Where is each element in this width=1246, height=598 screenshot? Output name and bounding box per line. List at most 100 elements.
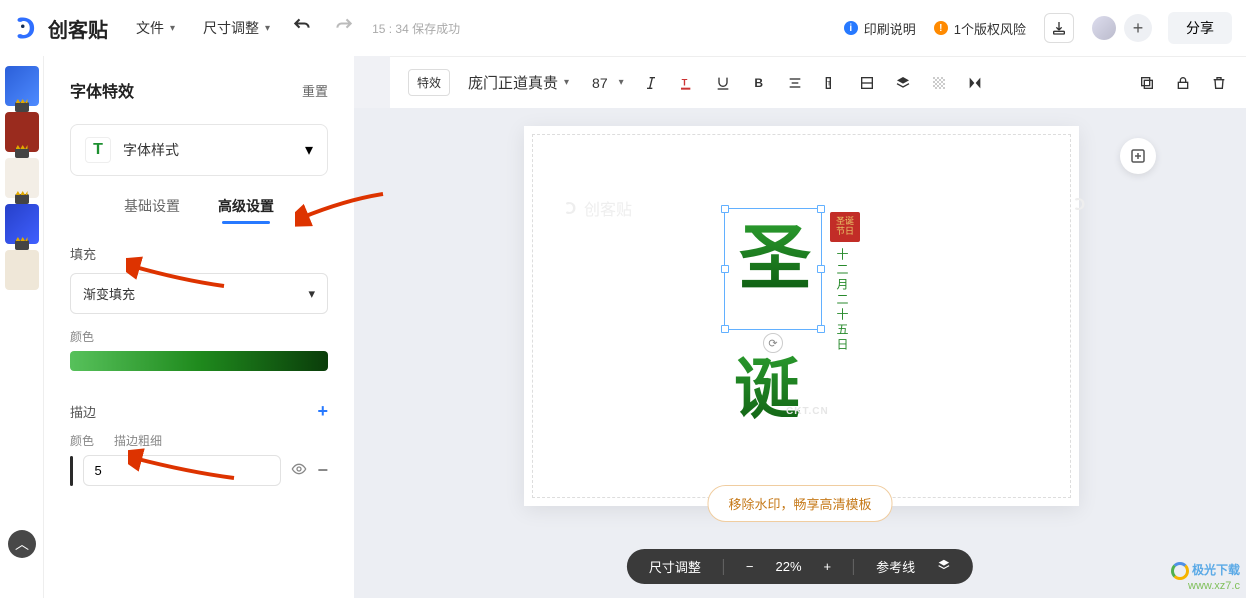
color-label: 颜色 [70, 328, 328, 345]
fill-section-label: 填充 [70, 244, 328, 263]
print-info-label: 印刷说明 [864, 19, 916, 38]
remove-watermark-label: 移除水印，畅享高清模板 [728, 497, 871, 512]
share-label: 分享 [1186, 20, 1214, 36]
italic-button[interactable] [642, 74, 660, 92]
template-thumb[interactable] [5, 204, 39, 244]
chevron-down-icon: ▾ [265, 23, 270, 34]
add-collaborator-button[interactable]: + [1124, 14, 1152, 42]
ckt-watermark: CKT.CN [786, 406, 829, 417]
template-thumb[interactable] [5, 66, 39, 106]
font-style-label: 字体样式 [123, 140, 293, 160]
stroke-color-chip[interactable] [70, 456, 73, 486]
text-direction-button[interactable]: T [822, 74, 840, 92]
canvas-text-top: 圣 [725, 209, 821, 293]
font-style-card[interactable]: T 字体样式 ▾ [70, 124, 328, 176]
visibility-toggle[interactable] [291, 461, 307, 480]
font-family-select[interactable]: 庞门正道真贵 ▾ [468, 72, 569, 93]
font-family-name: 庞门正道真贵 [468, 72, 558, 93]
bb-resize[interactable]: 尺寸调整 [649, 557, 701, 576]
opacity-button[interactable] [930, 74, 948, 92]
tab-basic[interactable]: 基础设置 [124, 196, 180, 224]
avatar[interactable] [1092, 16, 1116, 40]
gradient-swatch[interactable] [70, 351, 328, 371]
watermark: 创客贴 [564, 196, 632, 220]
layer-button[interactable] [894, 74, 912, 92]
zoom-in-button[interactable]: + [824, 559, 832, 574]
stroke-color-label: 颜色 [70, 432, 94, 449]
watermark [1073, 196, 1089, 212]
text-selection-box[interactable]: 圣 ⟳ [724, 208, 822, 330]
crown-icon [15, 240, 29, 250]
lock-button[interactable] [1174, 74, 1192, 92]
resize-menu-label: 尺寸调整 [203, 18, 259, 38]
svg-text:T: T [827, 80, 831, 87]
stroke-section-label: 描边 [70, 402, 96, 421]
text-color-button[interactable]: T [678, 74, 696, 92]
resize-handle[interactable] [817, 265, 825, 273]
share-button[interactable]: 分享 [1168, 12, 1232, 44]
print-info[interactable]: i 印刷说明 [844, 19, 916, 38]
chevron-down-icon: ▾ [170, 23, 175, 34]
svg-text:T: T [681, 77, 687, 87]
add-page-button[interactable] [1120, 138, 1156, 174]
warning-icon: ! [934, 21, 948, 35]
file-menu[interactable]: 文件 ▾ [136, 18, 175, 38]
zoom-level: 22% [775, 559, 801, 574]
remove-watermark-pill[interactable]: 移除水印，畅享高清模板 [707, 485, 892, 522]
redo-button[interactable] [334, 16, 354, 41]
file-menu-label: 文件 [136, 18, 164, 38]
canvas-board[interactable]: 创客贴 圣 ⟳ 诞 圣诞 节日 十二月二十五日 CKT.CN [524, 126, 1079, 506]
spacing-button[interactable] [858, 74, 876, 92]
copyright-warning-label: 1个版权风险 [954, 19, 1026, 38]
svg-text:B: B [754, 76, 763, 90]
align-button[interactable] [786, 74, 804, 92]
crown-icon [15, 102, 29, 112]
resize-handle[interactable] [721, 205, 729, 213]
download-button[interactable] [1044, 13, 1074, 43]
font-size-value: 87 [587, 72, 613, 94]
brand-logo[interactable]: 创客贴 [14, 14, 108, 43]
template-thumb[interactable] [5, 250, 39, 290]
template-thumb[interactable] [5, 158, 39, 198]
reset-button[interactable]: 重置 [302, 81, 328, 100]
delete-button[interactable] [1210, 74, 1228, 92]
fill-mode-value: 渐变填充 [83, 284, 135, 303]
canvas-text-bottom[interactable]: 诞 [734, 336, 800, 432]
bb-guides[interactable]: 参考线 [876, 557, 915, 576]
resize-handle[interactable] [817, 325, 825, 333]
zoom-out-button[interactable]: − [746, 559, 754, 574]
undo-button[interactable] [292, 16, 312, 41]
underline-button[interactable] [714, 74, 732, 92]
tab-advanced[interactable]: 高级设置 [218, 196, 274, 224]
fill-mode-select[interactable]: 渐变填充 ▾ [70, 273, 328, 314]
seal-stamp[interactable]: 圣诞 节日 [830, 212, 860, 242]
resize-handle[interactable] [721, 325, 729, 333]
add-stroke-button[interactable]: + [317, 401, 328, 422]
info-icon: i [844, 21, 858, 35]
font-style-icon: T [85, 137, 111, 163]
save-status: 15 : 34 保存成功 [372, 20, 460, 37]
chevron-down-icon: ▾ [564, 77, 569, 88]
font-size-select[interactable]: 87 ▾ [587, 72, 624, 94]
site-watermark: 极光下载 www.xz7.c [1171, 561, 1240, 592]
resize-menu[interactable]: 尺寸调整 ▾ [203, 18, 270, 38]
chevron-down-icon: ▾ [305, 140, 313, 160]
layers-icon[interactable] [937, 558, 951, 575]
text-effect-label: 特效 [417, 74, 441, 91]
resize-handle[interactable] [817, 205, 825, 213]
panel-title: 字体特效 [70, 78, 134, 102]
template-thumb[interactable] [5, 112, 39, 152]
bold-button[interactable]: B [750, 74, 768, 92]
copy-button[interactable] [1138, 74, 1156, 92]
stroke-width-input[interactable] [83, 455, 281, 486]
resize-handle[interactable] [721, 265, 729, 273]
vertical-date-text[interactable]: 十二月二十五日 [834, 248, 851, 353]
crown-icon [15, 194, 29, 204]
flip-button[interactable] [966, 74, 984, 92]
text-effect-button[interactable]: 特效 [408, 69, 450, 96]
scroll-up-button[interactable]: ︿ [8, 530, 36, 558]
brand-logo-icon [14, 14, 42, 42]
bottom-toolbar: 尺寸调整 − 22% + 参考线 [627, 549, 973, 584]
remove-stroke-button[interactable]: − [317, 460, 328, 481]
copyright-warning[interactable]: ! 1个版权风险 [934, 19, 1026, 38]
